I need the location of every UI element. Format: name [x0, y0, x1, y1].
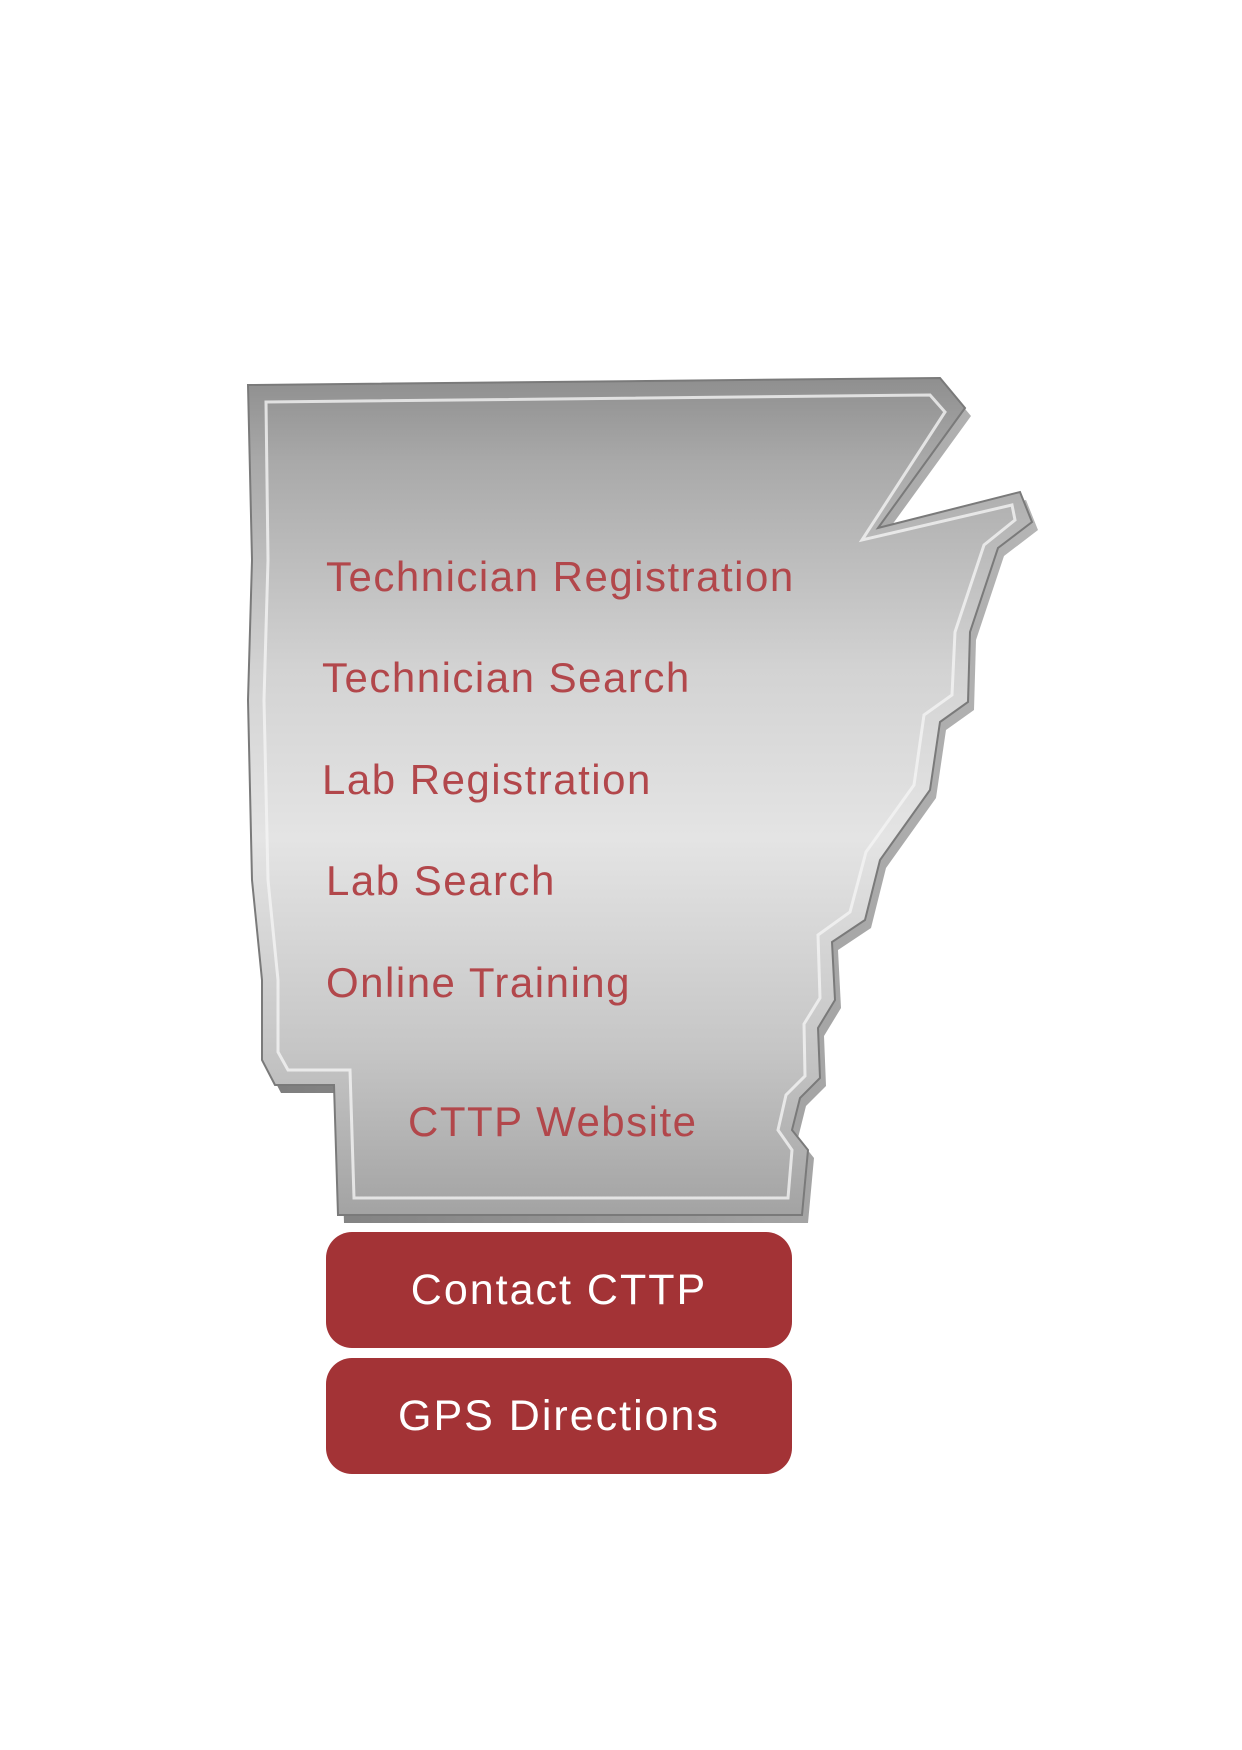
home-screen: Technician Registration Technician Searc… — [0, 0, 1242, 1750]
technician-search-link[interactable]: Technician Search — [322, 657, 691, 699]
contact-cttp-button[interactable]: Contact CTTP — [326, 1232, 792, 1348]
lab-search-link[interactable]: Lab Search — [326, 860, 556, 902]
gps-directions-button[interactable]: GPS Directions — [326, 1358, 792, 1474]
lab-registration-link[interactable]: Lab Registration — [322, 759, 652, 801]
cttp-website-link[interactable]: CTTP Website — [408, 1101, 698, 1143]
arkansas-map-icon — [246, 376, 1038, 1223]
online-training-link[interactable]: Online Training — [326, 962, 631, 1004]
gps-directions-label: GPS Directions — [398, 1391, 720, 1440]
technician-registration-link[interactable]: Technician Registration — [326, 556, 795, 598]
contact-cttp-label: Contact CTTP — [410, 1265, 708, 1314]
